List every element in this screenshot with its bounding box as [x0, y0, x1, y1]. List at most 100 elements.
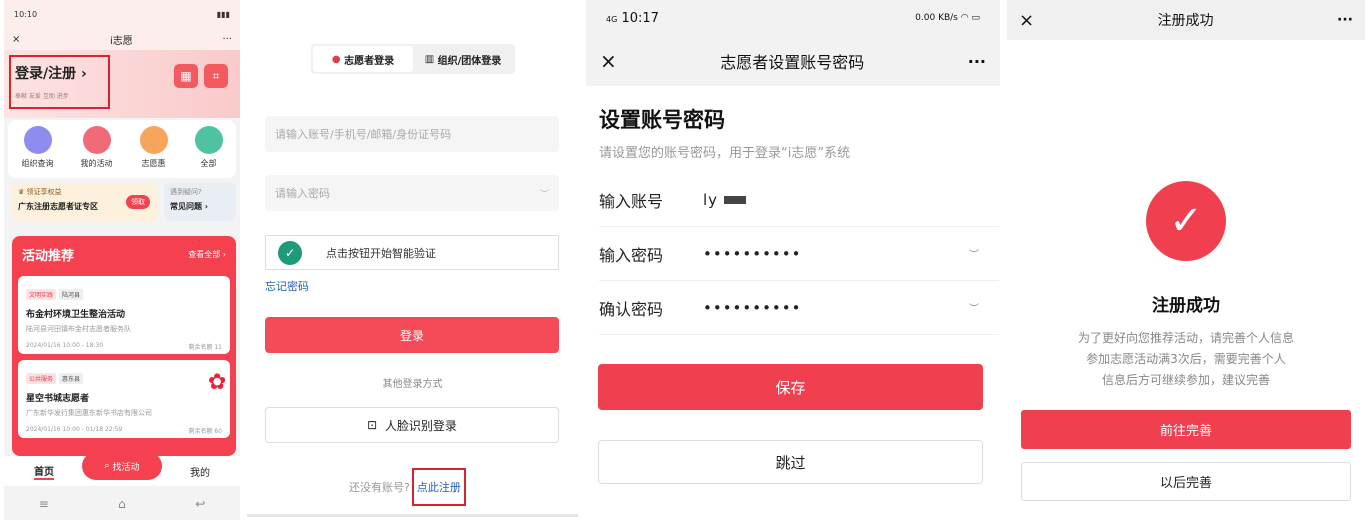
crown-icon: ♛ — [18, 188, 25, 196]
password-row: 输入密码 •••••••••• ︶ — [599, 227, 999, 281]
activity-tag: 陆河县 — [59, 289, 84, 300]
no-account-text: 还没有账号? — [349, 481, 410, 494]
more-icon[interactable]: ··· — [968, 52, 986, 71]
quick-item-benefits[interactable]: 志愿惠 — [139, 126, 168, 178]
nav-mine[interactable]: 我的 — [190, 464, 210, 479]
back-icon[interactable]: ↩ — [195, 497, 205, 511]
save-button[interactable]: 保存 — [598, 364, 983, 410]
complete-later-button[interactable]: 以后完善 — [1021, 462, 1351, 501]
login-button[interactable]: 登录 — [265, 317, 559, 353]
divider — [247, 514, 578, 517]
face-scan-icon: ⊡ — [367, 418, 385, 432]
status-time: 10:10 — [14, 9, 38, 19]
activity-title: 活动推荐 — [22, 248, 75, 264]
activity-org: 陆河县河田镇布金村志愿者服务队 — [26, 325, 131, 333]
title-bar: × 注册成功 ··· — [1007, 0, 1365, 40]
activity-card[interactable]: 文明实践 陆河县 布金村环境卫生整治活动 陆河县河田镇布金村志愿者服务队 2024… — [18, 276, 230, 354]
activity-name: 星空书城志愿者 — [26, 394, 90, 404]
volunteer-card-promo[interactable]: ♛ 领证享权益 广东注册志愿者证专区 领取 — [12, 183, 158, 221]
shield-icon: ✓ — [278, 240, 302, 265]
activity-org: 广东新华发行集团惠东新华书店有限公司 — [26, 409, 152, 417]
org-search-icon — [23, 126, 52, 154]
claim-button[interactable]: 领取 — [126, 195, 150, 209]
activity-name: 布金村环境卫生整治活动 — [26, 310, 126, 320]
login-register-entry[interactable]: 登录/注册 › 奉献 友爱 互助 进步 — [9, 55, 110, 109]
quick-item-org-search[interactable]: 组织查询 — [22, 126, 54, 178]
password-placeholder: 请输入密码 — [275, 187, 330, 200]
face-login-button[interactable]: ⊡ 人脸识别登录 — [265, 407, 559, 443]
activity-tag: 惠东县 — [59, 373, 84, 384]
eye-closed-icon[interactable]: ︶ — [540, 187, 549, 200]
activity-time: 2024/01/16 10:00 - 01/18 22:59 — [26, 426, 123, 433]
confirm-field[interactable]: •••••••••• — [703, 299, 969, 317]
more-icon[interactable]: ··· — [1337, 12, 1353, 28]
login-screen: ● 志愿者登录 ▥ 组织/团体登录 请输入账号/手机号/邮箱/身份证号码 请输入… — [247, 0, 578, 520]
account-input[interactable]: 请输入账号/手机号/邮箱/身份证号码 — [265, 116, 559, 152]
quick-label: 我的活动 — [80, 159, 113, 168]
forgot-password-link[interactable]: 忘记密码 — [265, 278, 309, 294]
account-label: 输入账号 — [599, 191, 664, 211]
battery-icon: ▭ — [971, 13, 980, 23]
menu-icon[interactable]: ≡ — [39, 497, 49, 511]
close-icon[interactable]: × — [600, 49, 617, 73]
find-activity-button[interactable]: ⌕ 找活动 — [82, 452, 162, 480]
password-field[interactable]: •••••••••• — [703, 245, 969, 263]
register-row: 还没有账号? 点此注册 — [349, 468, 466, 506]
activity-card[interactable]: 公共服务 惠东县 星空书城志愿者 广东新华发行集团惠东新华书店有限公司 2024/… — [18, 360, 230, 438]
activity-remain: 剩余名额 11 — [188, 344, 222, 351]
quick-item-my-activity[interactable]: 我的活动 — [81, 126, 113, 178]
chevron-right-icon: › — [81, 66, 87, 82]
redacted-mark — [723, 196, 746, 204]
register-link[interactable]: 点此注册 — [411, 468, 466, 506]
skip-button[interactable]: 跳过 — [598, 440, 983, 484]
search-icon: ⌕ — [104, 461, 113, 471]
status-time: 10:17 — [621, 10, 659, 26]
smart-verify-button[interactable]: ✓ 点击按钮开始智能验证 — [265, 235, 559, 270]
tab-org-login[interactable]: ▥ 组织/团体登录 — [413, 46, 513, 72]
app-title: i志愿 — [110, 35, 133, 47]
confirm-label: 确认密码 — [599, 299, 664, 319]
hero-banner: 登录/注册 › 奉献 友爱 互助 进步 ▦ ⌗ — [4, 50, 240, 118]
heading: 设置账号密码 — [599, 108, 725, 132]
activity-tag: 公共服务 — [26, 373, 57, 384]
eye-closed-icon[interactable]: ︶ — [969, 246, 999, 261]
login-title: 登录/注册 — [15, 66, 77, 82]
home-icon[interactable]: ⌂ — [118, 497, 126, 511]
login-tabs: ● 志愿者登录 ▥ 组织/团体登录 — [311, 44, 515, 74]
success-title: 注册成功 — [1152, 296, 1220, 316]
faq-line2: 常见问题 › — [170, 202, 209, 211]
complete-profile-button[interactable]: 前往完善 — [1021, 410, 1351, 449]
password-label: 输入密码 — [599, 245, 664, 265]
account-row: 输入账号 ly — [599, 173, 999, 227]
quick-label: 全部 — [200, 159, 217, 168]
title-bar: × 志愿者设置账号密码 ··· — [586, 36, 1000, 86]
register-success-screen: × 注册成功 ··· ✓ 注册成功 为了更好向您推荐活动，请完善个人信息 参加志… — [1007, 0, 1365, 520]
scan-icon[interactable]: ⌗ — [204, 64, 228, 88]
gift-icon — [139, 126, 168, 154]
network-type: 4G — [606, 14, 618, 24]
page-title: 志愿者设置账号密码 — [720, 53, 865, 72]
account-field[interactable]: ly — [703, 191, 999, 209]
verify-label: 点击按钮开始智能验证 — [326, 246, 436, 260]
tab-label: 组织/团体登录 — [437, 55, 502, 67]
user-icon: ● — [331, 53, 345, 65]
activity-more-link[interactable]: 查看全部 › — [188, 249, 226, 260]
qr-code-icon[interactable]: ▦ — [174, 64, 198, 88]
close-icon[interactable]: × — [12, 34, 20, 45]
confirm-row: 确认密码 •••••••••• ︶ — [599, 281, 999, 335]
close-icon[interactable]: × — [1019, 10, 1034, 31]
account-value: ly — [703, 190, 719, 209]
network-speed: 0.00 KB/s — [915, 13, 958, 23]
more-icon[interactable]: ··· — [222, 34, 232, 45]
faq-promo[interactable]: 遇到疑问? 常见问题 › — [164, 183, 236, 221]
password-input[interactable]: 请输入密码 ︶ — [265, 175, 559, 211]
page-title: 注册成功 — [1157, 13, 1214, 29]
activity-remain: 剩余名额 60 — [188, 428, 222, 435]
quick-item-all[interactable]: 全部 — [194, 126, 223, 178]
tab-volunteer-login[interactable]: ● 志愿者登录 — [313, 46, 413, 72]
success-desc-line1: 为了更好向您推荐活动，请完善个人信息 — [1077, 331, 1294, 345]
nav-home[interactable]: 首页 — [34, 463, 54, 480]
eye-closed-icon[interactable]: ︶ — [969, 300, 999, 315]
title-bar: × i志愿 ··· — [4, 28, 240, 50]
battery-icon: ▮▮▮ — [216, 9, 230, 19]
